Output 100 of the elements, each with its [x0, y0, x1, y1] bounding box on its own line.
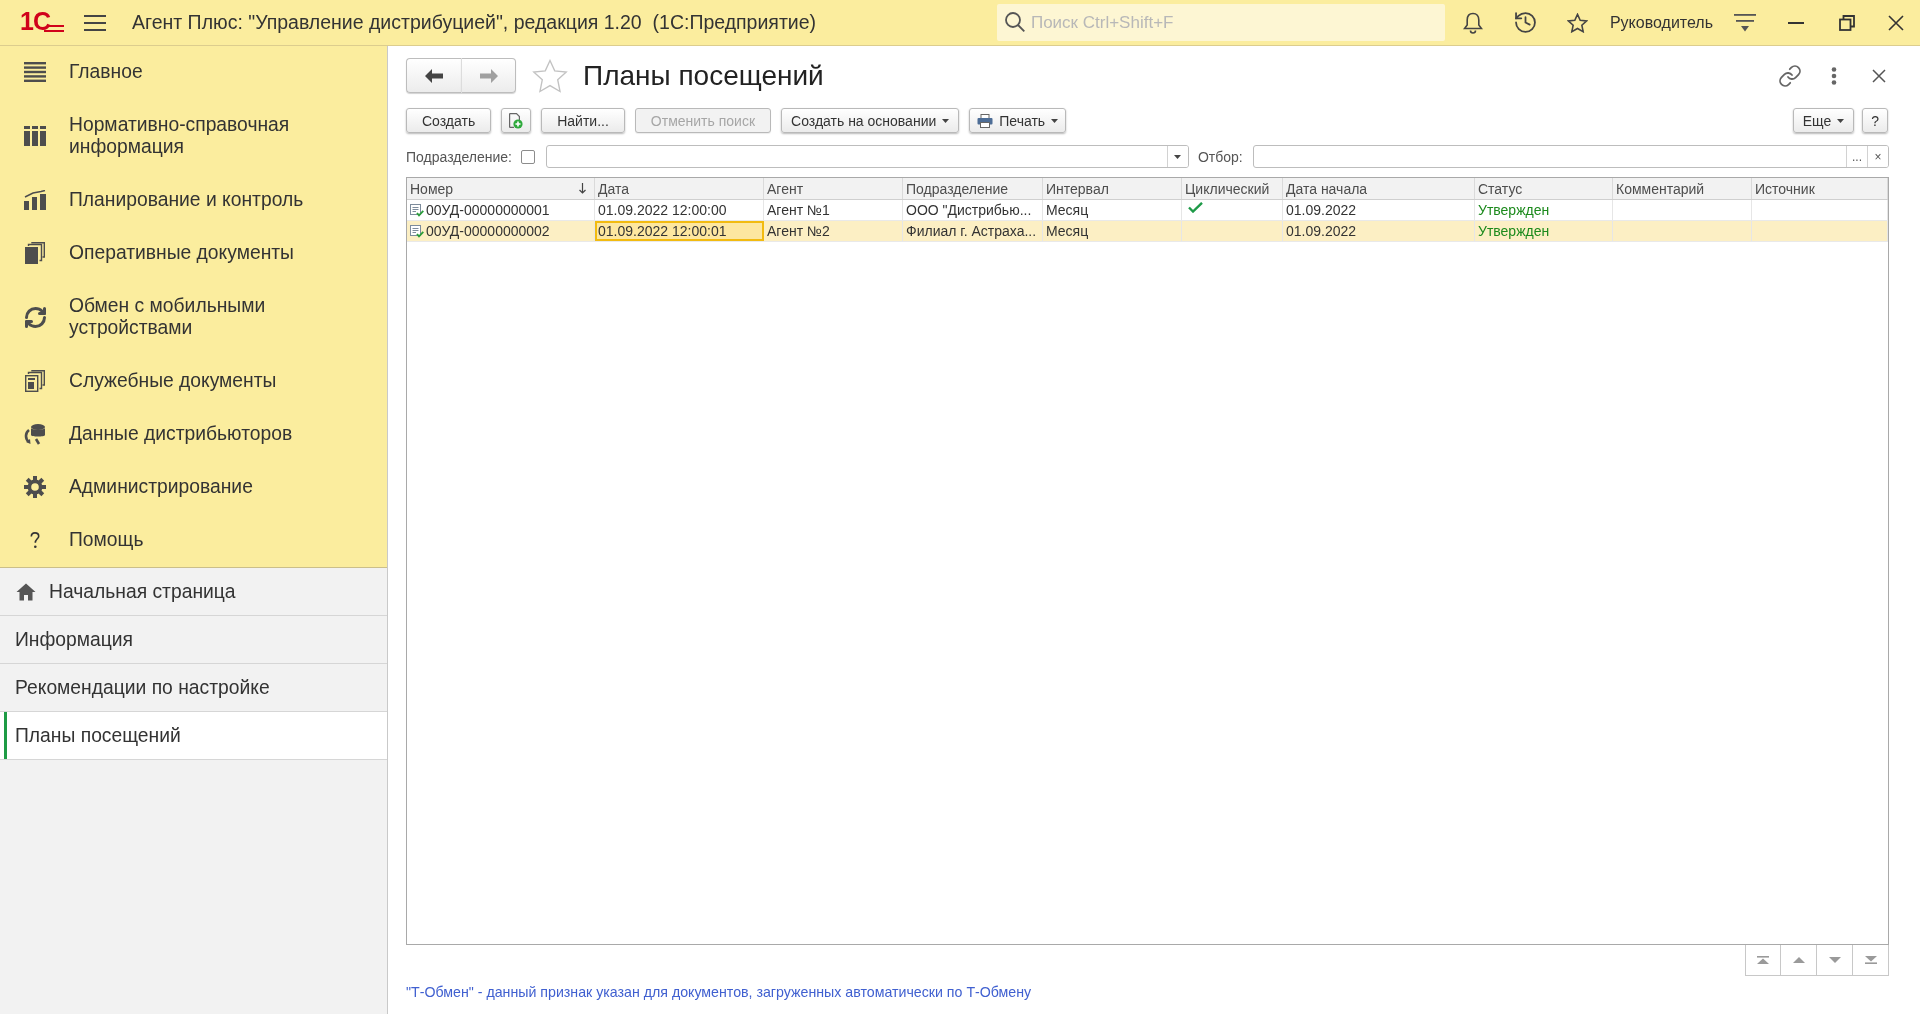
table-cell: 01.09.2022: [1283, 221, 1475, 241]
menu-icon[interactable]: [83, 14, 106, 31]
arrow-right-icon: [479, 68, 498, 83]
printer-icon: [977, 113, 994, 128]
sort-arrow-icon: [579, 183, 586, 194]
column-header[interactable]: Подразделение: [903, 178, 1043, 199]
toolbar-button[interactable]: Найти...: [541, 108, 625, 133]
subdivision-field[interactable]: [545, 145, 1189, 168]
column-header[interactable]: Агент: [764, 178, 903, 199]
open-page-tab[interactable]: Начальная страница: [0, 568, 387, 616]
database-sync-icon: [24, 423, 46, 445]
checkbox[interactable]: [520, 149, 535, 164]
menu-caret-icon[interactable]: [1734, 13, 1756, 32]
scroll-bottom-button[interactable]: [1853, 945, 1889, 976]
minimize-icon[interactable]: [1788, 21, 1804, 24]
column-header[interactable]: Дата: [595, 178, 764, 199]
form-title: Планы посещений: [583, 59, 824, 92]
bar-chart-icon: [24, 190, 46, 210]
document-check-icon: [410, 224, 424, 238]
scroll-bottom-icon: [1864, 956, 1877, 964]
table-cell: Агент №1: [764, 200, 903, 220]
menu-button[interactable]: Создать на основании: [781, 108, 960, 133]
arrow-down-icon: [1828, 957, 1841, 963]
refresh-icon: [24, 306, 46, 328]
list-icon: [24, 62, 46, 82]
caret-icon: [1174, 154, 1182, 159]
table-cell: 01.09.2022 12:00:00: [595, 200, 764, 220]
document-number: 00УД-00000000002: [426, 223, 550, 239]
add-document-icon: [509, 112, 524, 129]
scroll-down-button[interactable]: [1817, 945, 1853, 976]
column-header[interactable]: Статус: [1475, 178, 1613, 199]
footnote-text: "Т-Обмен" - данный признак указан для документов, загруженных автоматически по Т-Обмену: [406, 984, 1033, 1002]
table-cell: Филиал г. Астраха...: [903, 221, 1043, 241]
document-check-icon: [410, 203, 424, 217]
gear-icon: [24, 476, 46, 498]
home-icon: [16, 582, 36, 601]
table-cell: Агент №2: [764, 221, 903, 241]
documents-icon: [25, 370, 45, 392]
section-item[interactable]: Обмен с мобильными устройствами: [0, 280, 387, 355]
table-row[interactable]: 00УД-00000000002 01.09.2022 12:00:01 Агент №2 Филиал г. Астраха... Месяц 01.09.2022 Утвержден: [407, 221, 1888, 242]
section-item[interactable]: Нормативно-справочная информация: [0, 99, 387, 174]
open-page-tab[interactable]: Планы посещений: [0, 712, 387, 760]
window-title: Агент Плюс: "Управление дистрибуцией", редакция 1.20 (1С:Предприятие): [131, 11, 817, 34]
menu-button[interactable]: Еще: [1792, 108, 1855, 133]
history-icon[interactable]: [1514, 12, 1536, 33]
section-item[interactable]: Служебные документы: [0, 355, 387, 408]
close-icon[interactable]: [1872, 68, 1886, 83]
column-header[interactable]: Интервал: [1043, 178, 1182, 199]
back-button[interactable]: [406, 58, 461, 93]
section-item[interactable]: Планирование и контроль: [0, 174, 387, 227]
table-cell: Месяц: [1043, 221, 1182, 241]
section-item[interactable]: Данные дистрибьюторов: [0, 408, 387, 461]
search-icon: [1004, 12, 1025, 32]
caret-icon: [1837, 118, 1845, 123]
caret-icon: [1051, 118, 1059, 123]
field-label: Подразделение:: [406, 148, 512, 165]
scroll-top-button[interactable]: [1745, 945, 1781, 976]
dropdown-button[interactable]: [1166, 146, 1188, 167]
toolbar-button[interactable]: Создать: [406, 108, 492, 133]
scroll-top-icon: [1757, 956, 1769, 964]
table-icon: [24, 126, 46, 146]
link-icon[interactable]: [1779, 64, 1801, 87]
caret-icon: [942, 118, 950, 123]
restore-icon[interactable]: [1839, 14, 1855, 31]
search-field[interactable]: Поиск Ctrl+Shift+F: [996, 4, 1445, 41]
arrow-left-icon: [425, 68, 443, 83]
column-header[interactable]: Циклический: [1182, 178, 1283, 199]
column-header[interactable]: Источник: [1752, 178, 1888, 199]
add-document-button[interactable]: [501, 108, 532, 133]
documents-icon: [25, 242, 45, 264]
column-header[interactable]: Номер: [407, 178, 595, 199]
table-cell: ООО "Дистрибью...: [903, 200, 1043, 220]
section-item[interactable]: Главное: [0, 46, 387, 99]
table-cell: 01.09.2022 12:00:01: [595, 221, 764, 241]
clear-button[interactable]: ×: [1867, 146, 1888, 167]
table-cell: Утвержден: [1475, 200, 1613, 220]
table-cell: Утвержден: [1475, 221, 1613, 241]
user-name[interactable]: Руководитель: [1609, 13, 1713, 32]
arrow-up-icon: [1792, 957, 1805, 963]
table-row[interactable]: 00УД-00000000001 01.09.2022 12:00:00 Агент №1 ООО "Дистрибью... Месяц 01.09.2022 Утвержден: [407, 200, 1888, 221]
star-icon[interactable]: [1566, 12, 1588, 33]
more-icon[interactable]: [1831, 66, 1837, 85]
question-mark-icon: [30, 531, 40, 549]
open-page-tab[interactable]: Информация: [0, 616, 387, 664]
section-item[interactable]: Администрирование: [0, 461, 387, 514]
section-item[interactable]: Помощь: [0, 514, 387, 567]
scroll-up-button[interactable]: [1781, 945, 1817, 976]
bell-icon[interactable]: [1462, 11, 1483, 34]
close-icon[interactable]: [1888, 14, 1904, 31]
column-header[interactable]: Комментарий: [1613, 178, 1752, 199]
table-cell: Месяц: [1043, 200, 1182, 220]
section-item[interactable]: Оперативные документы: [0, 227, 387, 280]
field-label: Отбор:: [1197, 148, 1243, 165]
print-button[interactable]: Печать: [969, 108, 1067, 133]
document-number: 00УД-00000000001: [426, 202, 550, 218]
toolbar-button[interactable]: ?: [1862, 108, 1888, 133]
selection-field[interactable]: ... ×: [1252, 145, 1889, 168]
table-cell: 01.09.2022: [1283, 200, 1475, 220]
column-header[interactable]: Дата начала: [1283, 178, 1475, 199]
favorite-star-icon[interactable]: [532, 58, 568, 93]
